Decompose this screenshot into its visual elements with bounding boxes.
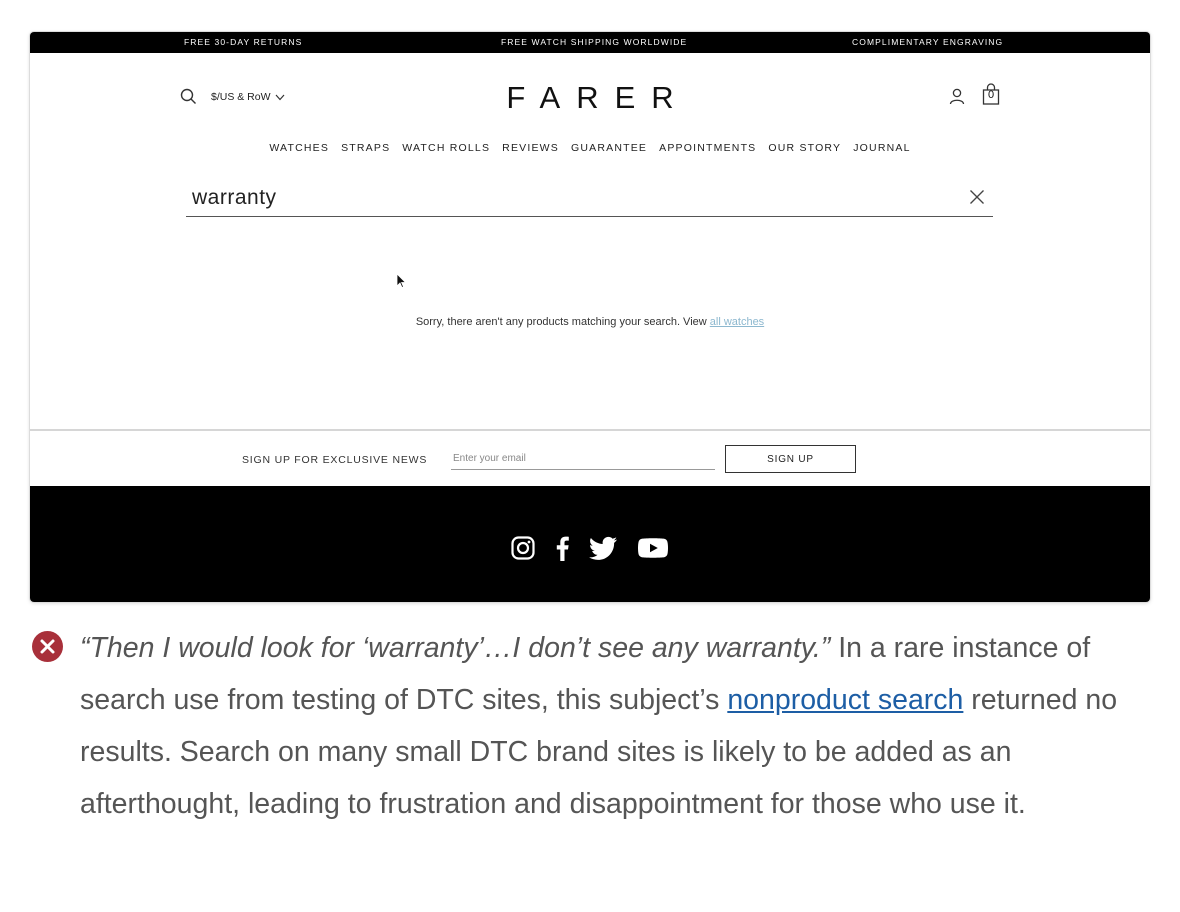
nav-item-guarantee[interactable]: GUARANTEE [571,142,647,154]
nav-item-appointments[interactable]: APPOINTMENTS [659,142,756,154]
nonproduct-search-link[interactable]: nonproduct search [727,684,963,716]
website-screenshot: FREE 30-DAY RETURNS FREE WATCH SHIPPING … [30,32,1150,602]
nav-item-journal[interactable]: JOURNAL [853,142,910,154]
footer [30,486,1150,602]
email-field[interactable] [451,448,715,470]
announcement-returns: FREE 30-DAY RETURNS [184,37,303,47]
announcement-bar: FREE 30-DAY RETURNS FREE WATCH SHIPPING … [30,32,1150,53]
facebook-icon[interactable] [553,535,571,561]
youtube-icon[interactable] [638,535,668,561]
chevron-down-icon [275,94,284,100]
instagram-icon[interactable] [511,535,535,561]
no-results-message: Sorry, there aren't any products matchin… [30,316,1150,328]
error-icon [32,631,63,662]
currency-label: $/US & RoW [211,91,271,103]
nav-item-straps[interactable]: STRAPS [341,142,390,154]
twitter-icon[interactable] [589,535,618,561]
caption-quote: “Then I would look for ‘warranty’…I don’… [80,632,831,664]
nav-item-reviews[interactable]: REVIEWS [502,142,559,154]
nav-item-watches[interactable]: WATCHES [269,142,329,154]
search-bar [186,182,993,217]
currency-selector[interactable]: $/US & RoW [211,91,285,103]
search-icon[interactable] [180,88,197,105]
main-navigation: WATCHES STRAPS WATCH ROLLS REVIEWS GUARA… [30,142,1150,154]
brand-logo[interactable]: FARER [470,80,710,116]
newsletter-label: SIGN UP FOR EXCLUSIVE NEWS [242,454,428,466]
caption-paragraph: “Then I would look for ‘warranty’…I don’… [80,622,1160,830]
newsletter-signup: SIGN UP FOR EXCLUSIVE NEWS SIGN UP [30,429,1150,488]
cart-count: 0 [987,89,995,101]
nav-item-our-story[interactable]: OUR STORY [768,142,841,154]
announcement-engraving: COMPLIMENTARY ENGRAVING [852,37,1004,47]
mouse-cursor-icon [396,273,406,289]
account-icon[interactable] [948,87,966,105]
search-input[interactable] [192,184,952,212]
nav-item-watch-rolls[interactable]: WATCH ROLLS [402,142,490,154]
announcement-shipping: FREE WATCH SHIPPING WORLDWIDE [501,37,688,47]
sign-up-button[interactable]: SIGN UP [725,445,856,473]
close-icon[interactable] [969,189,985,205]
all-watches-link[interactable]: all watches [710,316,764,328]
no-results-text: Sorry, there aren't any products matchin… [415,316,710,328]
